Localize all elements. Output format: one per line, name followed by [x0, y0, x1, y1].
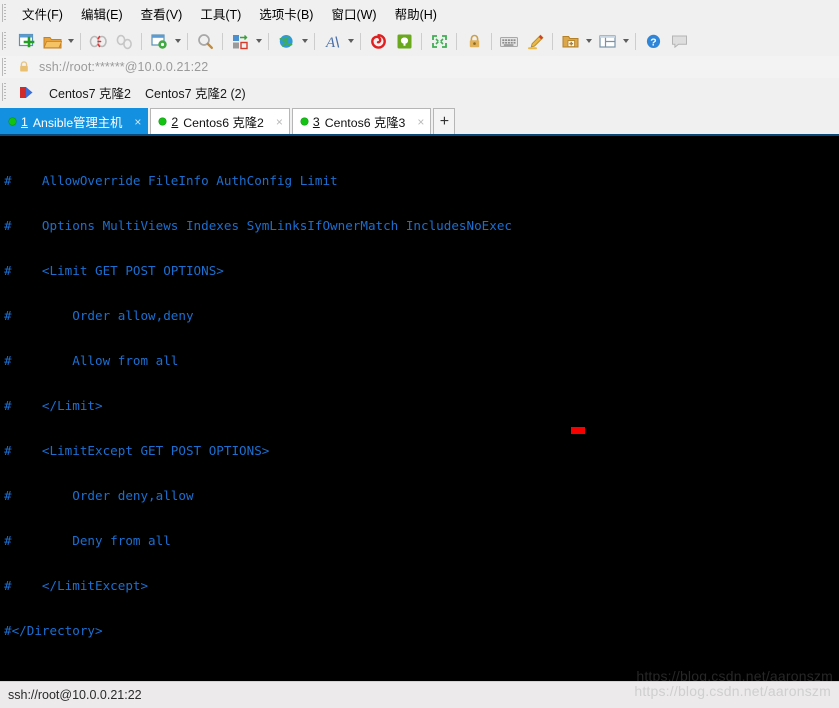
terminal-line: # Allow from all: [4, 353, 179, 368]
address-bar-grip[interactable]: [2, 58, 11, 76]
status-connection-text: ssh://root@10.0.0.21:22: [8, 688, 142, 702]
search-icon[interactable]: [192, 29, 218, 53]
toolbar-separator: [552, 32, 553, 50]
tab-ansible-manage-host[interactable]: 1 Ansible管理主机 ×: [0, 108, 149, 134]
toolbar-grip[interactable]: [2, 32, 11, 50]
terminal-line: # Deny from all: [4, 533, 171, 548]
toolbar-separator: [421, 32, 422, 50]
tab-status-dot-icon: [159, 118, 167, 125]
menu-view[interactable]: 查看(V): [132, 1, 192, 26]
toolbar: A ?: [0, 26, 839, 57]
highlighter-pen-icon[interactable]: [522, 29, 548, 53]
lock-icon: [17, 60, 31, 74]
menubar-grip[interactable]: [2, 4, 11, 22]
spiral-red-icon[interactable]: [365, 29, 391, 53]
open-folder-icon[interactable]: [39, 29, 65, 53]
close-icon[interactable]: ×: [276, 115, 283, 129]
globe-dropdown-caret-icon[interactable]: [299, 29, 310, 53]
green-app-icon[interactable]: [391, 29, 417, 53]
tab-status-dot-icon: [300, 118, 308, 125]
close-icon[interactable]: ×: [134, 115, 141, 129]
transfer-dropdown-caret-icon[interactable]: [253, 29, 264, 53]
tab-centos6-clone2[interactable]: 2 Centos6 克隆2 ×: [150, 108, 290, 134]
terminal-line: # Order deny,allow: [4, 488, 194, 503]
add-folder-dropdown-caret-icon[interactable]: [583, 29, 594, 53]
terminal-line: # AllowOverride FileInfo AuthConfig Limi…: [4, 173, 338, 188]
open-folder-dropdown-caret-icon[interactable]: [65, 29, 76, 53]
annotation-red-marker: [571, 427, 585, 434]
toolbar-separator: [80, 32, 81, 50]
keyboard-icon[interactable]: [496, 29, 522, 53]
watermark-overlay: https://blog.csdn.net/aaronszm: [636, 668, 833, 681]
menu-edit[interactable]: 编辑(E): [72, 1, 132, 26]
fullscreen-icon[interactable]: [426, 29, 452, 53]
bookmark-arrow-icon: [18, 85, 35, 100]
terminal-line: # <LimitExcept GET POST OPTIONS>: [4, 443, 270, 458]
toolbar-separator: [491, 32, 492, 50]
tab-bar: 1 Ansible管理主机 × 2 Centos6 克隆2 × 3 Centos…: [0, 106, 839, 136]
svg-text:?: ?: [650, 36, 656, 48]
address-input[interactable]: ssh://root:******@10.0.0.21:22: [39, 60, 208, 74]
split-layout-icon[interactable]: [594, 29, 620, 53]
menu-window[interactable]: 窗口(W): [322, 1, 385, 26]
tab-centos6-clone3[interactable]: 3 Centos6 克隆3 ×: [291, 108, 432, 134]
terminal-line: # </LimitExcept>: [4, 578, 149, 593]
menu-tools[interactable]: 工具(T): [191, 1, 250, 26]
font-icon[interactable]: A: [319, 29, 345, 53]
help-icon[interactable]: ?: [640, 29, 666, 53]
terminal-text: # AllowOverride FileInfo AuthConfig Limi…: [4, 143, 839, 681]
split-layout-dropdown-caret-icon[interactable]: [620, 29, 631, 53]
menu-bar: 文件(F) 编辑(E) 查看(V) 工具(T) 选项卡(B) 窗口(W) 帮助(…: [0, 0, 839, 26]
watermark-bottom: https://blog.csdn.net/aaronszm: [634, 683, 831, 699]
address-bar[interactable]: ssh://root:******@10.0.0.21:22: [0, 56, 839, 79]
toolbar-separator: [222, 32, 223, 50]
toolbar-separator: [635, 32, 636, 50]
terminal-line: #</Directory>: [4, 623, 103, 638]
terminal-line: # <Limit GET POST OPTIONS>: [4, 263, 224, 278]
lock-icon[interactable]: [461, 29, 487, 53]
toolbar-separator: [314, 32, 315, 50]
tab-number: 2: [171, 114, 179, 129]
terminal-screen[interactable]: # AllowOverride FileInfo AuthConfig Limi…: [0, 136, 839, 681]
comment-icon[interactable]: [666, 29, 692, 53]
connect-link-icon[interactable]: [111, 29, 137, 53]
toolbar-separator: [268, 32, 269, 50]
globe-icon[interactable]: [273, 29, 299, 53]
session-options-dropdown-caret-icon[interactable]: [172, 29, 183, 53]
bookmark-bar: Centos7 克隆2 Centos7 克隆2 (2): [0, 78, 839, 107]
rdp-terminal-window: 文件(F) 编辑(E) 查看(V) 工具(T) 选项卡(B) 窗口(W) 帮助(…: [0, 0, 839, 708]
terminal-line: # Options MultiViews Indexes SymLinksIfO…: [4, 218, 512, 233]
tab-label: Centos6 克隆2: [183, 115, 264, 130]
bookmark-item-1[interactable]: Centos7 克隆2 (2): [145, 83, 246, 102]
tab-label: Ansible管理主机: [32, 115, 123, 130]
toolbar-separator: [456, 32, 457, 50]
new-session-icon[interactable]: [13, 29, 39, 53]
new-tab-button[interactable]: +: [433, 108, 456, 134]
tab-label: Centos6 克隆3: [324, 115, 406, 130]
add-folder-icon[interactable]: [557, 29, 583, 53]
menu-tabs[interactable]: 选项卡(B): [250, 1, 322, 26]
toolbar-separator: [187, 32, 188, 50]
bookmark-item-0[interactable]: Centos7 克隆2: [49, 83, 131, 102]
toolbar-separator: [141, 32, 142, 50]
bookmark-bar-grip[interactable]: [2, 83, 11, 101]
toolbar-separator: [360, 32, 361, 50]
font-dropdown-caret-icon[interactable]: [345, 29, 356, 53]
tab-number: 1: [21, 114, 28, 129]
terminal-line: # Order allow,deny: [4, 308, 194, 323]
terminal-line: # </Limit>: [4, 398, 103, 413]
svg-text:A: A: [325, 35, 336, 50]
menu-help[interactable]: 帮助(H): [386, 1, 446, 26]
menu-file[interactable]: 文件(F): [13, 1, 72, 26]
tab-status-dot-icon: [9, 118, 16, 125]
disconnect-icon[interactable]: [85, 29, 111, 53]
tab-number: 3: [312, 114, 320, 129]
transfer-icon[interactable]: [227, 29, 253, 53]
close-icon[interactable]: ×: [417, 115, 424, 129]
session-options-icon[interactable]: [146, 29, 172, 53]
